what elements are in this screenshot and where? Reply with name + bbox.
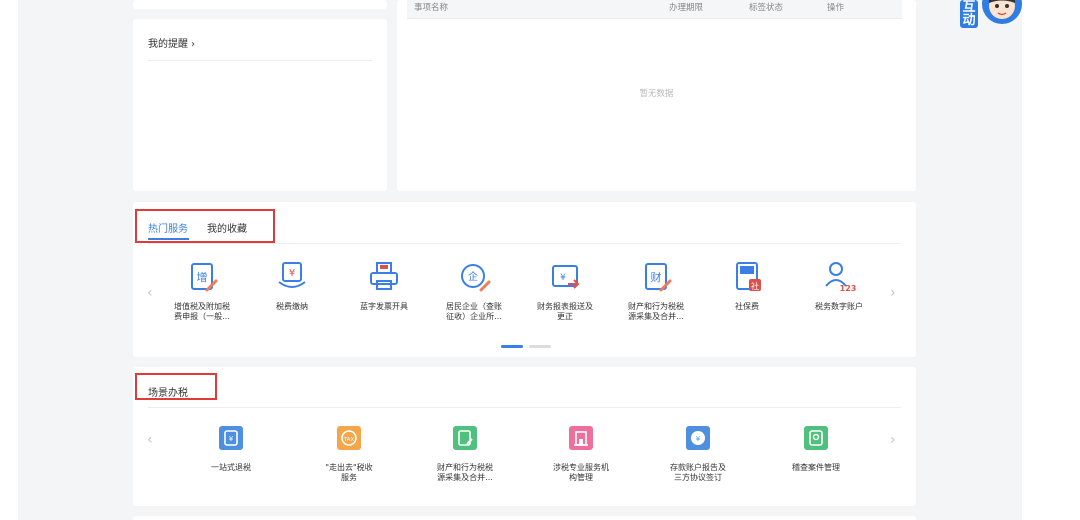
service-item-label: 更正 bbox=[557, 312, 573, 321]
blue-invoice-printer-icon bbox=[370, 262, 398, 290]
carousel-next-arrow[interactable]: › bbox=[890, 432, 896, 448]
scene-item-label: 服务 bbox=[341, 473, 357, 482]
top-info-card bbox=[133, 0, 387, 9]
divider bbox=[148, 60, 372, 61]
tab-my-favorites[interactable]: 我的收藏 bbox=[207, 220, 247, 235]
scene-item-label: 稽查案件管理 bbox=[792, 463, 840, 472]
svg-text:社: 社 bbox=[751, 281, 759, 291]
service-item-social-insurance[interactable]: 社 社保费 bbox=[705, 260, 789, 312]
carousel-dot[interactable] bbox=[529, 345, 551, 348]
svg-text:财: 财 bbox=[651, 270, 662, 284]
service-item-financial-report[interactable]: ¥ 财务报表报送及 更正 bbox=[523, 260, 607, 322]
matters-table-card: 事项名称 办理期限 标签状态 操作 暂无数据 bbox=[397, 0, 916, 191]
scene-tax-card: 场景办税 ‹ › ¥ 一站式退税 TAX "走出去"税收 服务 财产和行为税税 … bbox=[133, 367, 916, 506]
service-item-label: 费申报（一般... bbox=[174, 312, 230, 321]
reminder-card: 我的提醒 › bbox=[133, 19, 387, 191]
column-header-operation: 操作 bbox=[827, 3, 845, 13]
scene-item-label: 财产和行为税税 bbox=[437, 463, 493, 472]
assistant-button[interactable]: 互动 bbox=[952, 0, 1022, 36]
carousel-prev-arrow[interactable]: ‹ bbox=[147, 432, 153, 448]
svg-text:¥: ¥ bbox=[560, 273, 566, 283]
service-item-label: 源采集及合并... bbox=[628, 312, 684, 321]
one-stop-refund-icon: ¥ bbox=[219, 426, 243, 450]
svg-text:¥: ¥ bbox=[229, 435, 234, 443]
service-item-label: 财务报表报送及 bbox=[537, 302, 593, 311]
service-item-label: 税费缴纳 bbox=[276, 302, 308, 311]
digital-account-icon: 123 bbox=[825, 262, 856, 293]
service-item-label: 社保费 bbox=[735, 302, 759, 311]
service-item-digital-account[interactable]: 123 税务数字账户 bbox=[797, 260, 881, 312]
service-item-enterprise-tax[interactable]: 企 居民企业（查账 征收）企业所... bbox=[432, 260, 516, 322]
next-section-card bbox=[133, 516, 916, 520]
hot-services-card: 热门服务 我的收藏 ‹ › 增 增值税及附加税 费申报（一般... ¥ 税费缴纳… bbox=[133, 202, 916, 357]
scene-item-label: "走出去"税收 bbox=[325, 463, 373, 472]
service-item-label: 财产和行为税税 bbox=[628, 302, 684, 311]
reminder-link[interactable]: 我的提醒 › bbox=[148, 35, 195, 50]
svg-text:¥: ¥ bbox=[289, 268, 295, 279]
empty-state-text: 暂无数据 bbox=[639, 89, 674, 99]
deposit-account-icon: ¥ bbox=[686, 426, 710, 450]
service-item-property-tax[interactable]: 财 财产和行为税税 源采集及合并... bbox=[614, 260, 698, 322]
svg-text:¥: ¥ bbox=[696, 435, 701, 443]
tax-agency-icon bbox=[569, 426, 593, 450]
scene-item-inspection-case[interactable]: 稽查案件管理 bbox=[774, 426, 858, 473]
active-tab-indicator bbox=[148, 238, 189, 240]
carousel-prev-arrow[interactable]: ‹ bbox=[147, 285, 153, 301]
right-margin bbox=[1022, 0, 1080, 520]
scene-item-label: 涉税专业服务机 bbox=[553, 463, 609, 472]
financial-report-icon: ¥ bbox=[552, 265, 580, 289]
social-insurance-icon: 社 bbox=[736, 262, 761, 291]
carousel-next-arrow[interactable]: › bbox=[890, 285, 896, 301]
table-header: 事项名称 办理期限 标签状态 操作 bbox=[407, 0, 902, 19]
left-margin bbox=[0, 0, 18, 520]
scene-item-label: 源采集及合并... bbox=[437, 473, 493, 482]
service-item-label: 征收）企业所... bbox=[446, 312, 502, 321]
property-tax-icon: 财 bbox=[645, 263, 672, 292]
vat-declaration-icon: 增 bbox=[191, 263, 218, 292]
column-header-matter-name: 事项名称 bbox=[414, 3, 449, 13]
scene-item-tax-agency[interactable]: 涉税专业服务机 构管理 bbox=[539, 426, 623, 483]
tax-payment-icon: ¥ bbox=[278, 262, 306, 288]
scene-item-label: 构管理 bbox=[569, 473, 593, 482]
divider bbox=[148, 407, 901, 408]
service-item-label: 税务数字账户 bbox=[815, 302, 863, 311]
scene-item-one-stop-refund[interactable]: ¥ 一站式退税 bbox=[189, 426, 273, 473]
tab-hot-services[interactable]: 热门服务 bbox=[148, 220, 188, 235]
scene-item-label: 一站式退税 bbox=[211, 463, 251, 472]
scene-section-title: 场景办税 bbox=[148, 388, 188, 399]
assistant-label: 互动 bbox=[960, 0, 978, 28]
column-header-status: 标签状态 bbox=[749, 3, 784, 13]
scene-item-deposit-account[interactable]: ¥ 存款账户报告及 三方协议签订 bbox=[656, 426, 740, 483]
svg-text:TAX: TAX bbox=[343, 437, 355, 443]
divider bbox=[148, 243, 901, 244]
svg-text:123: 123 bbox=[840, 284, 856, 293]
service-item-blue-invoice[interactable]: 蓝字发票开具 bbox=[342, 260, 426, 312]
service-item-label: 居民企业（查账 bbox=[446, 302, 502, 311]
scene-item-label: 三方协议签订 bbox=[674, 473, 722, 482]
service-item-tax-payment[interactable]: ¥ 税费缴纳 bbox=[250, 260, 334, 312]
service-item-vat-declaration[interactable]: 增 增值税及附加税 费申报（一般... bbox=[160, 260, 244, 322]
inspection-case-icon bbox=[804, 426, 828, 450]
svg-text:企: 企 bbox=[468, 270, 478, 283]
service-item-label: 增值税及附加税 bbox=[174, 302, 230, 311]
scene-item-going-global[interactable]: TAX "走出去"税收 服务 bbox=[307, 426, 391, 483]
property-tax-collect-icon bbox=[453, 426, 477, 450]
service-item-label: 蓝字发票开具 bbox=[360, 302, 408, 311]
carousel-dot-active[interactable] bbox=[501, 345, 523, 348]
enterprise-tax-icon: 企 bbox=[461, 264, 491, 292]
scene-item-property-tax-collect[interactable]: 财产和行为税税 源采集及合并... bbox=[423, 426, 507, 483]
scene-item-label: 存款账户报告及 bbox=[670, 463, 726, 472]
svg-text:增: 增 bbox=[197, 270, 208, 284]
going-global-icon: TAX bbox=[337, 426, 361, 450]
column-header-deadline: 办理期限 bbox=[669, 3, 704, 13]
